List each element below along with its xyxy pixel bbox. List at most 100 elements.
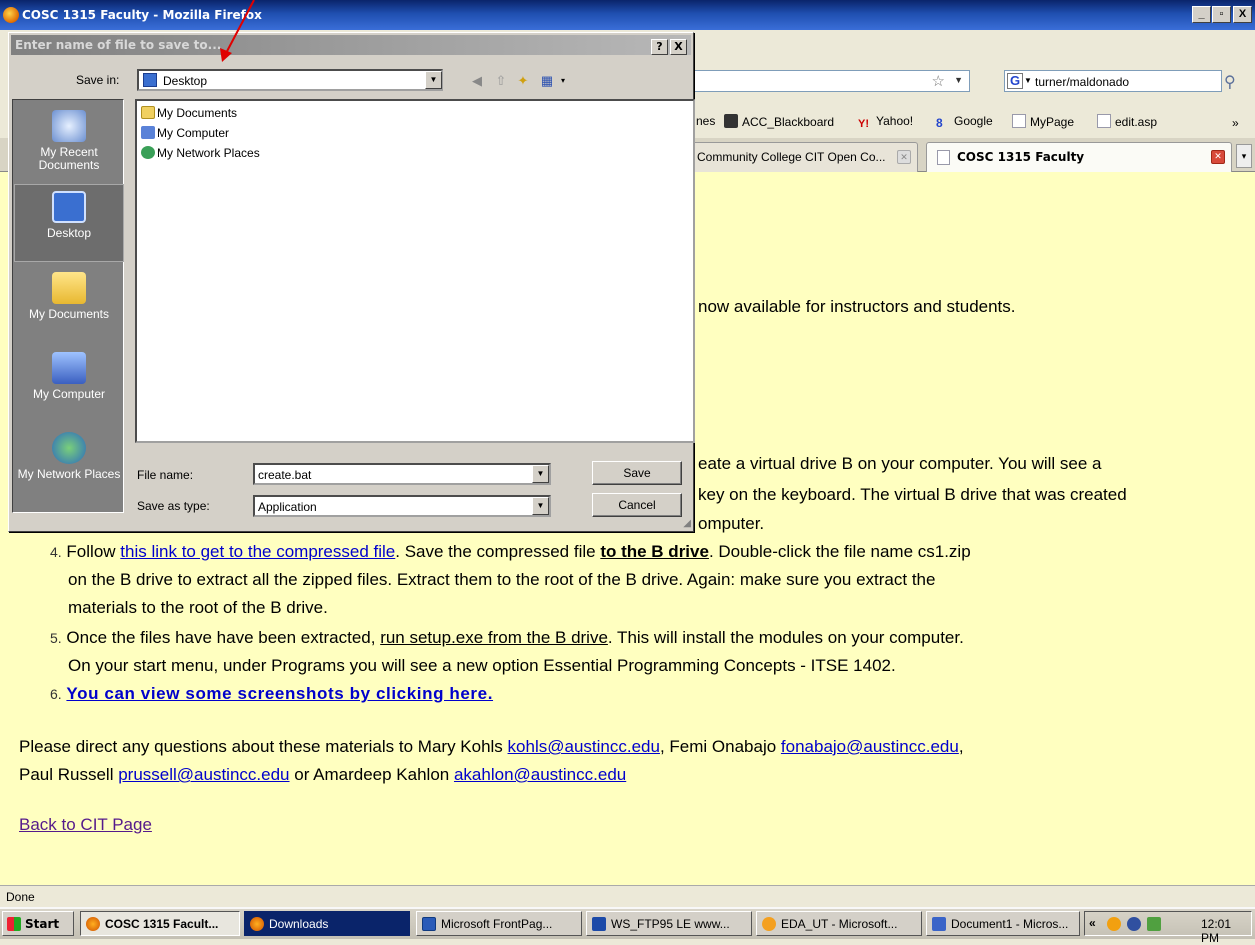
tray-network-icon[interactable] xyxy=(1127,917,1141,931)
start-button[interactable]: Start xyxy=(2,911,74,936)
step5-item: 5. Once the files have have been extract… xyxy=(50,628,964,648)
desktop-icon xyxy=(143,73,157,87)
list-item[interactable]: My Network Places xyxy=(141,146,260,160)
email-russell-link[interactable]: prussell@austincc.edu xyxy=(118,765,289,784)
tab-label: Community College CIT Open Co... xyxy=(697,150,886,164)
save-file-dialog: Enter name of file to save to... ? X Sav… xyxy=(8,32,695,532)
window-titlebar: COSC 1315 Faculty - Mozilla Firefox _ ▫ … xyxy=(0,0,1255,30)
frontpage-icon xyxy=(422,917,436,931)
task-downloads[interactable]: Downloads xyxy=(244,911,410,936)
firefox-icon xyxy=(3,7,19,23)
step4-text: . Save the compressed file xyxy=(395,542,601,561)
close-button[interactable]: X xyxy=(1233,6,1252,23)
folder-icon xyxy=(52,272,86,304)
step4-emphasis: to the B drive xyxy=(600,542,709,561)
email-kohls-link[interactable]: kohls@austincc.edu xyxy=(508,737,660,756)
bookmark-acc-blackboard[interactable]: ACC_Blackboard xyxy=(724,114,834,129)
list-item[interactable]: My Computer xyxy=(141,126,229,140)
place-my-recent-documents[interactable]: My Recent Documents xyxy=(14,104,124,182)
cancel-button[interactable]: Cancel xyxy=(592,493,682,517)
engine-dropdown-icon[interactable]: ▼ xyxy=(1024,76,1032,85)
bookmarks-chevron-icon[interactable]: » xyxy=(1232,116,1239,130)
task-eda-ut[interactable]: EDA_UT - Microsoft... xyxy=(756,911,922,936)
place-my-documents[interactable]: My Documents xyxy=(14,266,124,344)
up-folder-icon[interactable]: ⇧ xyxy=(493,73,509,89)
place-my-network-places[interactable]: My Network Places xyxy=(14,426,124,504)
tray-expand-icon[interactable]: « xyxy=(1089,916,1096,930)
network-icon xyxy=(141,146,155,159)
tab-close-icon[interactable]: ✕ xyxy=(897,150,911,164)
tab-close-icon[interactable]: ✕ xyxy=(1211,150,1225,164)
ftp-icon xyxy=(592,917,606,931)
step4-item: 4. Follow this link to get to the compre… xyxy=(50,542,971,562)
dialog-title: Enter name of file to save to... ? X xyxy=(11,35,691,55)
views-menu-icon[interactable]: ▦ xyxy=(539,73,555,89)
computer-icon xyxy=(52,352,86,384)
new-folder-icon[interactable]: ✦ xyxy=(515,73,531,89)
save-in-value: Desktop xyxy=(163,74,208,88)
folder-icon xyxy=(141,106,155,119)
help-button[interactable]: ? xyxy=(651,39,668,55)
compressed-file-link[interactable]: this link to get to the compressed file xyxy=(120,542,395,561)
task-frontpage[interactable]: Microsoft FrontPag... xyxy=(416,911,582,936)
save-type-label: Save as type: xyxy=(137,499,210,513)
save-in-combo[interactable]: Desktop xyxy=(137,69,443,91)
status-text: Done xyxy=(6,890,35,904)
place-desktop[interactable]: Desktop xyxy=(14,184,124,262)
step5-text: . This will install the modules on your … xyxy=(607,628,964,647)
minimize-button[interactable]: _ xyxy=(1192,6,1211,23)
tab-cosc-1315-faculty[interactable]: COSC 1315 Faculty ✕ xyxy=(926,142,1232,172)
tray-app-icon[interactable] xyxy=(1107,917,1121,931)
tab-cit-open-courseware[interactable]: Community College CIT Open Co... ✕ xyxy=(690,142,918,172)
contact-text: or Amardeep Kahlon xyxy=(289,765,454,784)
task-document1[interactable]: Document1 - Micros... xyxy=(926,911,1080,936)
step3-text: eate a virtual drive B on your computer.… xyxy=(698,454,1102,473)
step5-text: Once the files have have been extracted, xyxy=(66,628,381,647)
search-input[interactable]: turner/maldonado xyxy=(1035,75,1129,89)
file-name-field[interactable]: create.bat xyxy=(253,463,551,485)
search-go-icon[interactable]: ⚲ xyxy=(1224,72,1236,92)
intro-text: now available for instructors and studen… xyxy=(698,297,1016,316)
tab-list-button[interactable]: ▾ xyxy=(1236,144,1252,168)
step3-text: omputer. xyxy=(698,514,765,533)
contact-line: Please direct any questions about these … xyxy=(19,737,964,756)
save-button[interactable]: Save xyxy=(592,461,682,485)
back-to-cit-link[interactable]: Back to CIT Page xyxy=(19,815,152,834)
bookmark-star-icon[interactable]: ☆ xyxy=(932,72,945,90)
bookmark-yahoo[interactable]: Y! Yahoo! xyxy=(858,114,913,132)
bookmark-mypage[interactable]: MyPage xyxy=(1012,114,1074,129)
maximize-button[interactable]: ▫ xyxy=(1212,6,1231,23)
task-firefox[interactable]: COSC 1315 Facult... xyxy=(80,911,240,936)
save-type-select[interactable]: Application xyxy=(253,495,551,517)
recent-documents-icon xyxy=(52,110,86,142)
tab-label: COSC 1315 Faculty xyxy=(957,150,1085,164)
bookmark-edit-asp[interactable]: edit.asp xyxy=(1097,114,1157,129)
views-dropdown-icon[interactable]: ▾ xyxy=(555,73,571,89)
step4-text: on the B drive to extract all the zipped… xyxy=(68,570,936,589)
url-dropdown-icon[interactable]: ▼ xyxy=(954,75,963,85)
bookmark-google[interactable]: 8 Google xyxy=(936,114,993,130)
word-icon xyxy=(932,917,946,931)
bookmark-item[interactable]: nes xyxy=(696,114,715,128)
save-in-dropdown-icon[interactable]: ▼ xyxy=(425,71,442,89)
run-setup-link[interactable]: run setup.exe from the B drive xyxy=(380,628,608,647)
file-name-dropdown-icon[interactable]: ▼ xyxy=(532,465,549,483)
window-title: COSC 1315 Faculty - Mozilla Firefox xyxy=(22,8,262,22)
contact-text: Paul Russell xyxy=(19,765,119,784)
back-icon[interactable]: ◀ xyxy=(469,73,485,89)
dialog-close-button[interactable]: X xyxy=(670,39,687,55)
task-ws-ftp[interactable]: WS_FTP95 LE www... xyxy=(586,911,752,936)
search-bar[interactable]: G ▼ turner/maldonado xyxy=(1004,70,1222,92)
save-type-dropdown-icon[interactable]: ▼ xyxy=(532,497,549,515)
firefox-icon xyxy=(250,917,264,931)
resize-grip-icon[interactable]: ◢ xyxy=(683,518,691,529)
screenshots-link[interactable]: You can view some screenshots by clickin… xyxy=(66,684,493,703)
place-my-computer[interactable]: My Computer xyxy=(14,346,124,424)
google-engine-icon[interactable]: G xyxy=(1007,73,1023,89)
email-kahlon-link[interactable]: akahlon@austincc.edu xyxy=(454,765,626,784)
tray-security-icon[interactable] xyxy=(1147,917,1161,931)
clock: 12:01 PM xyxy=(1201,917,1232,945)
list-item[interactable]: My Documents xyxy=(141,106,237,120)
url-bar[interactable]: ☆ ▼ xyxy=(690,70,970,92)
email-onabajo-link[interactable]: fonabajo@austincc.edu xyxy=(781,737,959,756)
